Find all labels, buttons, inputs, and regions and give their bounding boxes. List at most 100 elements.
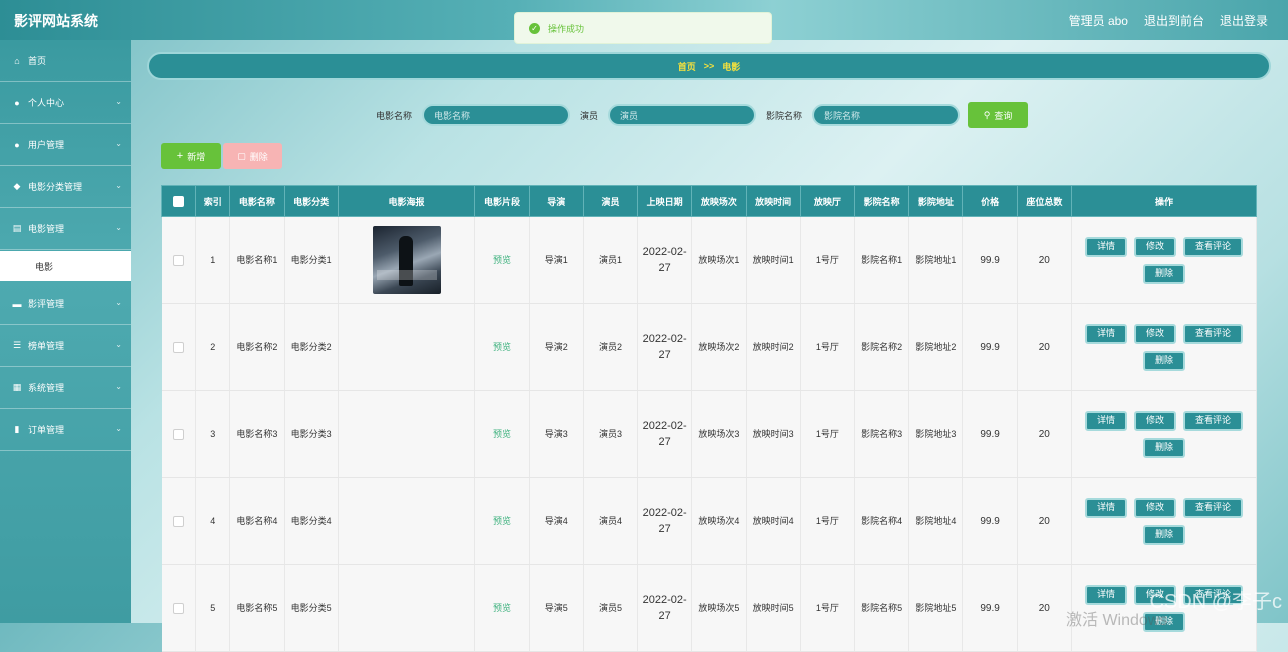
detail-button[interactable]: 详情	[1084, 497, 1127, 518]
delete-button[interactable]: 删除	[1142, 350, 1185, 371]
row-select-cell[interactable]	[161, 477, 197, 565]
sidebar-item[interactable]: ▮ 订单管理 ⌄	[0, 409, 131, 451]
grid-icon: ▦	[12, 382, 22, 392]
select-all-cell[interactable]	[160, 185, 197, 217]
director-cell: 导演2	[529, 303, 584, 391]
column-header: 影院名称	[853, 185, 910, 217]
detail-button[interactable]: 详情	[1084, 584, 1127, 605]
movie-name-input[interactable]: 电影名称	[422, 104, 571, 126]
operations-cell: 详情 修改 查看评论删除	[1071, 477, 1258, 565]
price-cell: 99.9	[962, 303, 1018, 391]
delete-button[interactable]: 删除	[1142, 263, 1185, 284]
index-cell: 3	[195, 390, 231, 478]
clip-preview-link[interactable]: 预览	[493, 429, 511, 439]
movie-name-cell: 电影名称1	[229, 216, 285, 304]
row-select-cell[interactable]	[161, 216, 197, 304]
row-checkbox[interactable]	[172, 515, 184, 527]
poster-cell	[338, 303, 476, 391]
edit-button[interactable]: 修改	[1133, 497, 1176, 518]
clip-preview-link[interactable]: 预览	[493, 603, 511, 613]
clip-preview-link[interactable]: 预览	[493, 342, 511, 352]
clip-cell: 预览	[474, 390, 530, 478]
actor-cell: 演员5	[583, 564, 639, 652]
actor-cell: 演员3	[583, 390, 639, 478]
sidebar-item[interactable]: ▦ 系统管理 ⌄	[0, 367, 131, 409]
row-checkbox[interactable]	[172, 602, 184, 614]
category-cell: 电影分类5	[284, 564, 339, 652]
detail-button[interactable]: 详情	[1084, 410, 1127, 431]
clip-preview-link[interactable]: 预览	[493, 516, 511, 526]
row-select-cell[interactable]	[161, 303, 197, 391]
cinema-name-cell: 影院名称2	[854, 303, 910, 391]
admin-user-link[interactable]: 管理员 abo	[1069, 12, 1128, 29]
edit-button[interactable]: 修改	[1133, 236, 1176, 257]
column-header: 演员	[582, 185, 639, 217]
cinema-name-input[interactable]: 影院名称	[812, 104, 961, 126]
seats-cell: 20	[1017, 390, 1072, 478]
search-button[interactable]: ⚲ 查询	[968, 102, 1029, 128]
view-comments-button[interactable]: 查看评论	[1182, 236, 1243, 257]
chevron-down-icon: ⌄	[115, 97, 122, 106]
row-checkbox[interactable]	[172, 428, 184, 440]
release-date-cell: 2022-02-27	[637, 390, 693, 478]
column-header: 座位总数	[1016, 185, 1072, 217]
search-bar: 电影名称 电影名称 演员 演员 影院名称 影院名称 ⚲ 查询	[376, 102, 1029, 128]
movie-poster-image[interactable]	[372, 226, 441, 294]
seats-cell: 20	[1017, 564, 1072, 652]
sidebar-item[interactable]: ⌂ 首页	[0, 40, 131, 82]
select-all-checkbox[interactable]	[173, 195, 185, 207]
price-cell: 99.9	[962, 390, 1018, 478]
batch-delete-button[interactable]: ▢ 删除	[223, 143, 282, 169]
sidebar-item[interactable]: ☰ 榜单管理 ⌄	[0, 325, 131, 367]
cinema-address-cell: 影院地址2	[908, 303, 964, 391]
logout-link[interactable]: 退出登录	[1220, 12, 1268, 29]
detail-button[interactable]: 详情	[1084, 323, 1127, 344]
detail-button[interactable]: 详情	[1084, 236, 1127, 257]
category-cell: 电影分类2	[284, 303, 339, 391]
cinema-name-cell: 影院名称1	[854, 216, 910, 304]
hall-cell: 1号厅	[800, 216, 856, 304]
operations-cell: 详情 修改 查看评论删除	[1071, 216, 1258, 304]
operations-cell: 详情 修改 查看评论删除	[1071, 390, 1258, 478]
table-row: 4 电影名称4 电影分类4 预览 导演4 演员4 2022-02-27 放映场次4 放映时间4 1…	[161, 477, 1258, 565]
category-cell: 电影分类3	[284, 390, 339, 478]
sidebar-item-label: 影评管理	[28, 299, 65, 309]
movie-name-cell: 电影名称5	[229, 564, 285, 652]
show-time-cell: 放映时间2	[746, 303, 801, 391]
release-date-cell: 2022-02-27	[637, 216, 693, 304]
release-date-cell: 2022-02-27	[637, 303, 693, 391]
sidebar-item[interactable]: ▤ 电影管理 ⌄	[0, 208, 131, 250]
row-select-cell[interactable]	[161, 564, 197, 652]
row-checkbox[interactable]	[172, 254, 184, 266]
view-comments-button[interactable]: 查看评论	[1182, 323, 1243, 344]
view-comments-button[interactable]: 查看评论	[1182, 497, 1243, 518]
delete-button[interactable]: 删除	[1142, 524, 1185, 545]
sidebar-item[interactable]: ● 用户管理 ⌄	[0, 124, 131, 166]
add-button[interactable]: + 新增	[161, 143, 221, 169]
clip-preview-link[interactable]: 预览	[493, 255, 511, 265]
chevron-down-icon: ⌄	[115, 382, 122, 391]
user-icon: ●	[14, 139, 20, 150]
sidebar-item-label: 首页	[28, 56, 47, 66]
edit-button[interactable]: 修改	[1133, 410, 1176, 431]
hall-cell: 1号厅	[800, 303, 856, 391]
sidebar-subitem-movie[interactable]: 电影	[0, 251, 131, 281]
sidebar-item[interactable]: ◆ 电影分类管理 ⌄	[0, 166, 131, 208]
actor-cell: 演员4	[583, 477, 639, 565]
delete-button[interactable]: 删除	[1142, 437, 1185, 458]
clip-cell: 预览	[474, 216, 530, 304]
row-select-cell[interactable]	[161, 390, 197, 478]
actor-input[interactable]: 演员	[608, 104, 757, 126]
row-checkbox[interactable]	[172, 341, 184, 353]
search-button-label: 查询	[994, 110, 1013, 121]
breadcrumb-home[interactable]: 首页	[678, 60, 696, 73]
movie-name-cell: 电影名称2	[229, 303, 285, 391]
view-comments-button[interactable]: 查看评论	[1182, 410, 1243, 431]
sidebar-item[interactable]: ● 个人中心 ⌄	[0, 82, 131, 124]
location-icon: ◆	[13, 181, 21, 191]
seats-cell: 20	[1017, 303, 1072, 391]
exit-to-frontend-link[interactable]: 退出到前台	[1144, 12, 1204, 29]
sidebar-item[interactable]: ▬ 影评管理 ⌄	[0, 283, 131, 325]
price-cell: 99.9	[962, 477, 1018, 565]
edit-button[interactable]: 修改	[1133, 323, 1176, 344]
